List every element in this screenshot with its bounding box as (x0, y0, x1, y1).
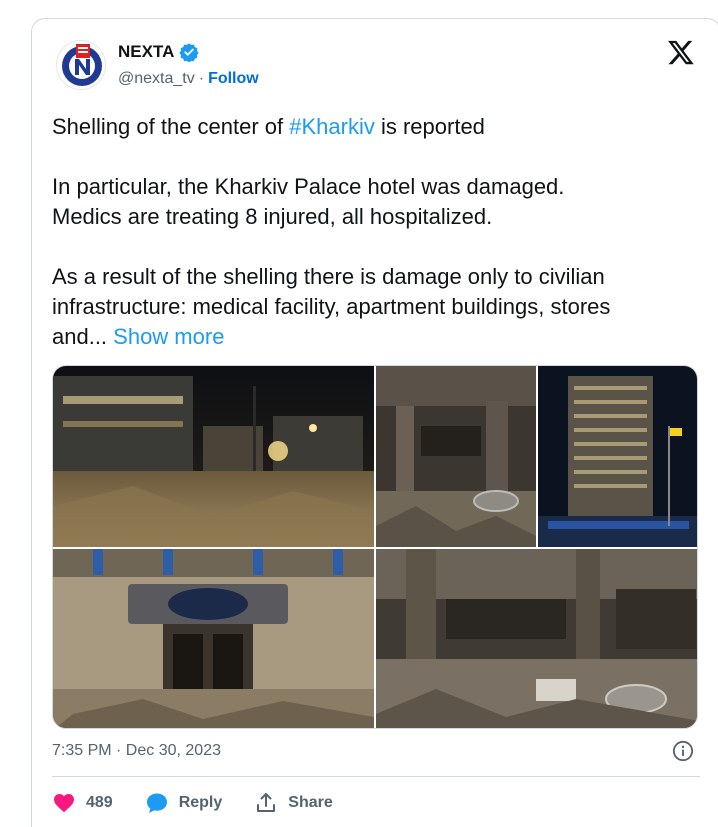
photo-hotel-entrance[interactable] (53, 549, 374, 728)
hashtag-link[interactable]: #Kharkiv (289, 114, 375, 139)
photo-lobby-interior[interactable] (376, 366, 536, 547)
photo-damaged-lobby[interactable] (376, 549, 697, 728)
action-bar: 489 Reply Share (52, 790, 365, 816)
heart-icon (54, 794, 74, 813)
tweet-text-line: In particular, the Kharkiv Palace hotel … (52, 174, 565, 199)
timestamp[interactable]: 7:35 PM · Dec 30, 2023 (52, 742, 221, 760)
tweet-text-line: Medics are treating 8 injured, all hospi… (52, 204, 493, 229)
divider (52, 776, 700, 777)
tweet-text-line: infrastructure: medical facility, apartm… (52, 294, 611, 319)
like-count: 489 (86, 794, 113, 811)
show-more-link[interactable]: Show more (113, 324, 224, 349)
follow-button[interactable]: Follow (208, 70, 259, 88)
info-icon[interactable] (672, 740, 694, 762)
share-button[interactable]: Share (254, 791, 333, 815)
separator-dot: · (198, 70, 205, 87)
display-name[interactable]: NEXTA (118, 42, 174, 62)
nexta-logo-icon (62, 44, 102, 86)
verified-badge-icon (179, 43, 200, 62)
tweet-text-line: and... (52, 324, 114, 349)
tweet-text-line: is reported (374, 114, 485, 139)
handle[interactable]: @nexta_tv (118, 70, 195, 88)
reply-button[interactable]: Reply (145, 791, 223, 815)
reply-label: Reply (178, 794, 223, 811)
share-label: Share (288, 794, 333, 811)
tweet-text-line: As a result of the shelling there is dam… (52, 264, 605, 289)
photo-street-debris[interactable] (53, 366, 374, 547)
photo-hotel-tower[interactable] (538, 366, 697, 547)
tweet-text-line: Shelling of the center of (52, 114, 290, 139)
like-button[interactable]: 489 (52, 791, 113, 815)
tweet-text: Shelling of the center of #Kharkiv is re… (52, 112, 702, 352)
x-logo-icon[interactable] (667, 38, 695, 66)
reply-bubble-icon (146, 793, 167, 813)
avatar[interactable] (56, 40, 106, 90)
media-grid (52, 365, 698, 729)
share-icon (257, 793, 276, 812)
